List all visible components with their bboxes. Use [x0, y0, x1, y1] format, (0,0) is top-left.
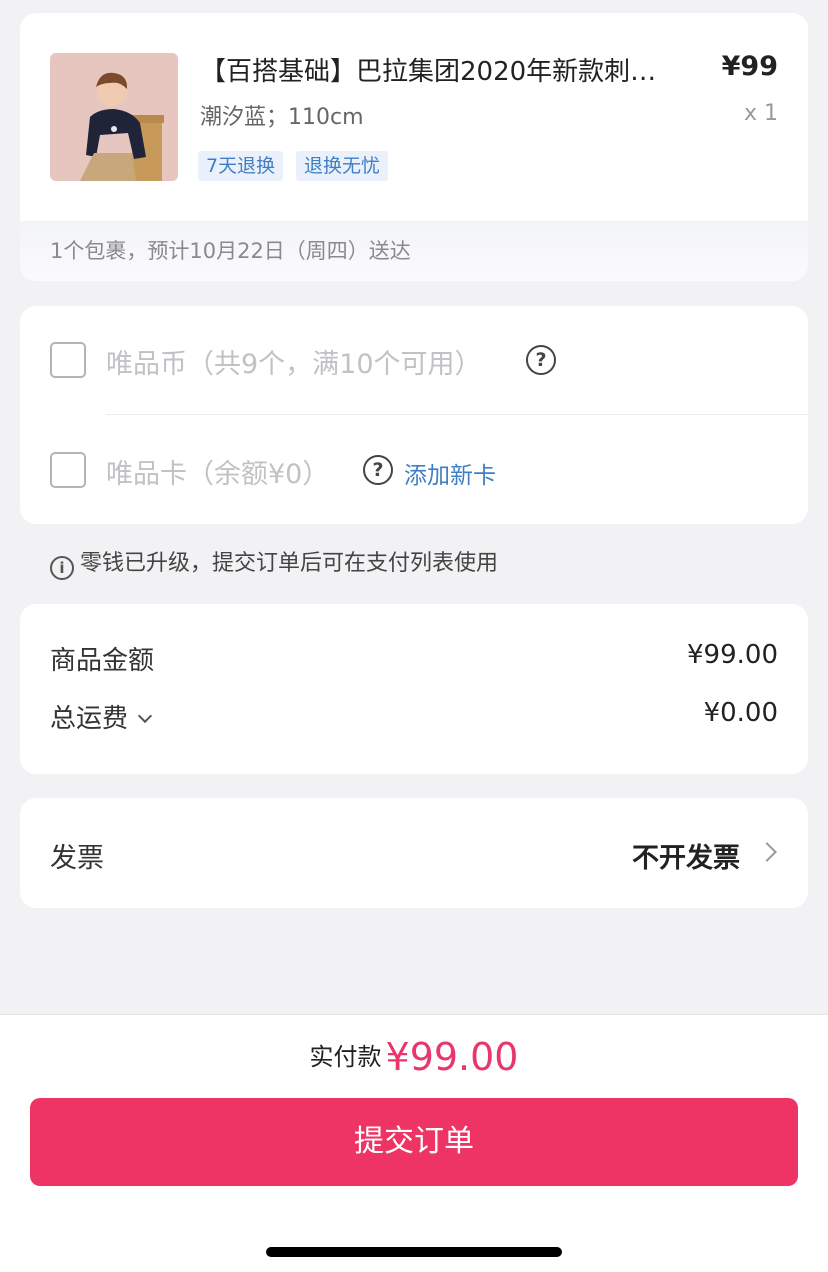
goods-amount-value: ¥99.00 [687, 640, 778, 670]
shipping-label: 总运费 [50, 704, 129, 734]
price-summary: 商品金额 ¥99.00 总运费 ¥0.00 [20, 604, 808, 774]
chevron-right-icon [757, 842, 777, 862]
checkout-bar: 实付款 ¥99.00 提交订单 [0, 1014, 828, 1272]
invoice-value: 不开发票 [632, 843, 740, 874]
product-spec: 潮汐蓝；110cm [200, 105, 364, 130]
invoice-row[interactable]: 发票 不开发票 [20, 798, 808, 908]
goods-amount-label: 商品金额 [50, 646, 155, 676]
pay-total: 实付款 ¥99.00 [0, 1035, 828, 1079]
product-image[interactable] [50, 53, 178, 181]
chevron-down-icon [137, 708, 153, 724]
vipcoin-row[interactable]: 唯品币（共9个，满10个可用） ? [20, 306, 808, 414]
submit-order-button[interactable]: 提交订单 [30, 1098, 798, 1186]
info-icon: i [50, 556, 74, 580]
vipcard-label: 唯品卡（余额¥0） [106, 459, 330, 490]
delivery-estimate: 1个包裹，预计10月22日（周四）送达 [20, 221, 808, 281]
change-upgrade-notice: i 零钱已升级，提交订单后可在支付列表使用 [50, 545, 498, 580]
vipcoin-label: 唯品币（共9个，满10个可用） [106, 349, 482, 380]
pay-amount: ¥99.00 [385, 1035, 519, 1079]
divider [106, 414, 808, 415]
tag-worry-free-return: 退换无忧 [296, 151, 389, 181]
notice-text: 零钱已升级，提交订单后可在支付列表使用 [80, 551, 499, 576]
invoice-label: 发票 [50, 843, 104, 874]
shipping-value: ¥0.00 [703, 698, 778, 728]
home-indicator[interactable] [266, 1247, 562, 1257]
product-price: ¥99 [721, 51, 778, 82]
help-icon[interactable]: ? [526, 345, 556, 375]
tag-7day-return: 7天退换 [198, 151, 284, 181]
vipcard-row[interactable]: 唯品卡（余额¥0） ? 添加新卡 [20, 416, 808, 524]
product-photo [50, 53, 178, 181]
help-icon[interactable]: ? [363, 455, 393, 485]
product-title[interactable]: 【百搭基础】巴拉集团2020年新款刺… [200, 51, 700, 88]
vipcoin-checkbox[interactable] [50, 342, 86, 378]
shipping-toggle[interactable]: 总运费 [50, 698, 153, 735]
vipcard-checkbox[interactable] [50, 452, 86, 488]
product-quantity: x 1 [743, 101, 778, 126]
pay-label: 实付款 [309, 1043, 382, 1071]
discount-card: 唯品币（共9个，满10个可用） ? 唯品卡（余额¥0） ? 添加新卡 [20, 306, 808, 524]
add-card-link[interactable]: 添加新卡 [404, 456, 496, 490]
product-card[interactable]: 【百搭基础】巴拉集团2020年新款刺… ¥99 潮汐蓝；110cm x 1 7天… [20, 13, 808, 281]
